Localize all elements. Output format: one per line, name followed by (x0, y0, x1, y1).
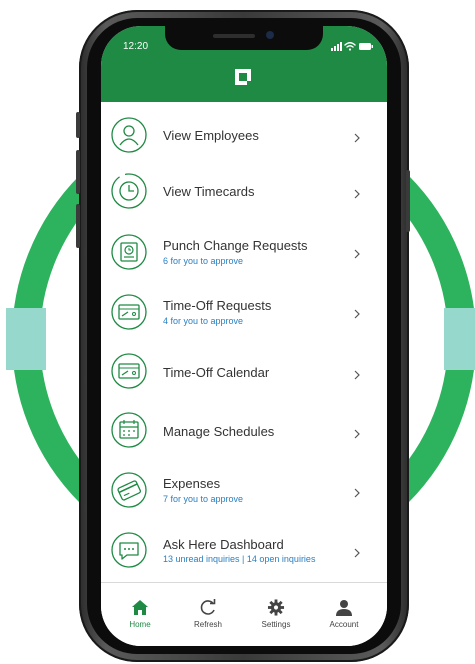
menu-item-subtitle: 6 for you to approve (163, 256, 244, 266)
menu-item-punch-change-requests[interactable]: Punch Change Requests 6 for you to appro… (101, 222, 387, 280)
menu-item-time-off-requests[interactable]: Time-Off Requests 4 for you to approve (101, 282, 387, 340)
menu-item-ask-here-dashboard[interactable]: Ask Here Dashboard 13 unread inquiries |… (101, 520, 387, 578)
menu-item-title: View Employees (163, 128, 259, 143)
tab-label: Refresh (193, 620, 222, 629)
person-icon (111, 117, 147, 153)
credit-card-icon (111, 472, 147, 508)
tab-account[interactable]: Account (309, 583, 379, 631)
speaker-grille (213, 34, 255, 38)
power-button (406, 170, 410, 232)
menu-item-title: Time-Off Requests (163, 298, 272, 313)
ticket-icon (111, 294, 147, 330)
chat-icon (111, 532, 147, 568)
tab-settings[interactable]: Settings (241, 583, 311, 631)
phone-notch (165, 26, 323, 50)
calendar-icon (111, 412, 147, 448)
account-icon (336, 600, 352, 616)
volume-up-button (76, 150, 80, 194)
chevron-right-icon (354, 488, 360, 498)
menu-list: View Employees View Timecards Punch Chan… (101, 102, 387, 584)
chevron-right-icon (354, 189, 360, 199)
menu-item-title: Time-Off Calendar (163, 365, 270, 380)
menu-item-subtitle: 4 for you to approve (163, 316, 244, 326)
app-screen: 12:20 View Employees View Timecards Punc… (101, 26, 387, 646)
status-time: 12:20 (123, 41, 149, 52)
menu-item-title: Expenses (163, 476, 221, 491)
tab-bar: Home Refresh Settings Account (101, 583, 387, 646)
battery-icon (359, 43, 373, 50)
tab-label: Home (129, 620, 151, 629)
tab-label: Settings (261, 620, 291, 629)
signal-icon (331, 42, 342, 51)
tab-refresh[interactable]: Refresh (173, 583, 243, 631)
menu-item-title: Manage Schedules (163, 424, 275, 439)
punch-clock-icon (111, 234, 147, 270)
menu-item-title: View Timecards (163, 184, 255, 199)
tab-home[interactable]: Home (105, 583, 175, 631)
status-icons (331, 42, 373, 51)
menu-item-title: Ask Here Dashboard (163, 537, 284, 552)
tab-label: Account (329, 620, 359, 629)
chevron-right-icon (354, 133, 360, 143)
menu-item-view-employees[interactable]: View Employees (101, 106, 387, 164)
app-logo-icon (235, 69, 251, 85)
front-camera (266, 31, 274, 39)
chevron-right-icon (354, 249, 360, 259)
chevron-right-icon (354, 370, 360, 380)
menu-item-manage-schedules[interactable]: Manage Schedules (101, 400, 387, 458)
gear-icon (267, 599, 285, 616)
chevron-right-icon (354, 429, 360, 439)
home-icon (132, 600, 148, 615)
menu-item-title: Punch Change Requests (163, 238, 308, 253)
chevron-right-icon (354, 309, 360, 319)
chevron-right-icon (354, 548, 360, 558)
menu-item-subtitle: 13 unread inquiries | 14 open inquiries (163, 554, 316, 564)
refresh-icon (200, 599, 216, 615)
menu-item-time-off-calendar[interactable]: Time-Off Calendar (101, 342, 387, 400)
ticket-icon (111, 353, 147, 389)
clock-icon (111, 173, 147, 209)
menu-item-expenses[interactable]: Expenses 7 for you to approve (101, 460, 387, 518)
menu-item-subtitle: 7 for you to approve (163, 494, 244, 504)
wifi-icon (344, 42, 356, 48)
mute-switch (76, 112, 80, 138)
menu-item-view-timecards[interactable]: View Timecards (101, 162, 387, 220)
volume-down-button (76, 204, 80, 248)
